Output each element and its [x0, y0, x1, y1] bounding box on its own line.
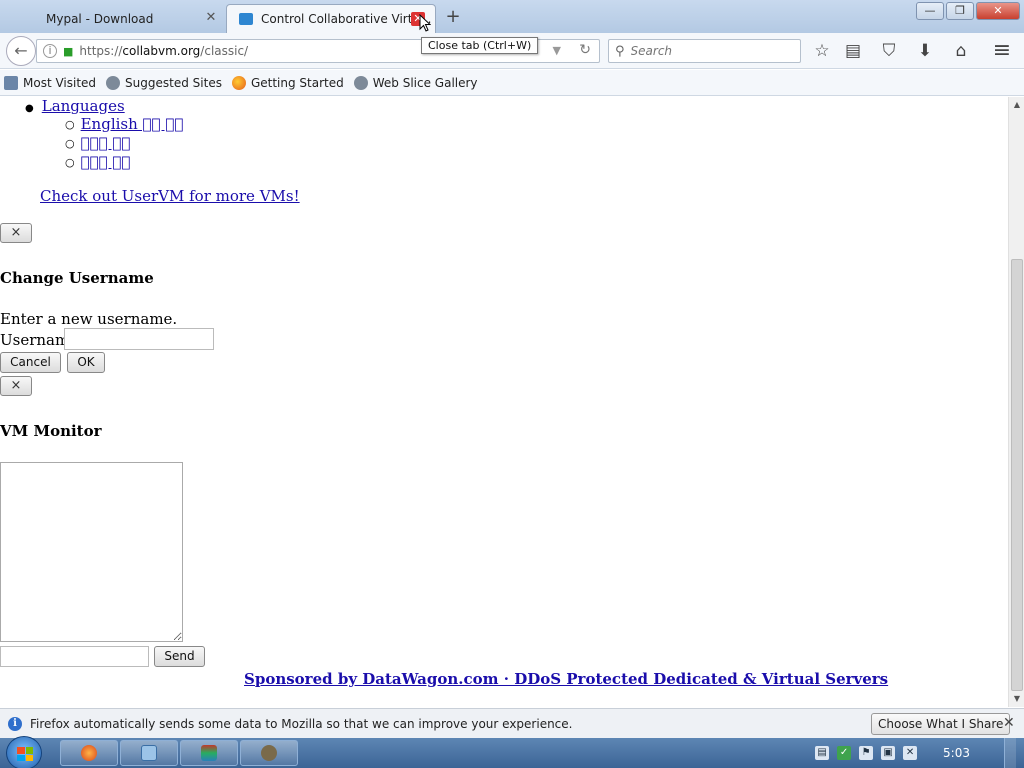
globe-icon [353, 75, 368, 90]
home-icon[interactable]: ⌂ [950, 41, 972, 61]
notification-text: Firefox automatically sends some data to… [30, 716, 573, 731]
language-link-english[interactable]: English ￿￿ ￿￿ [81, 115, 184, 133]
network-icon[interactable]: ▣ [881, 746, 896, 760]
username-input[interactable] [64, 328, 214, 350]
list-item: ￿￿￿ ￿￿ [65, 153, 183, 172]
change-username-title: Change Username [0, 269, 154, 287]
volume-muted-icon[interactable]: ✕ [903, 746, 918, 760]
send-button[interactable]: Send [154, 646, 205, 667]
pocket-icon[interactable]: ⛉ [878, 41, 900, 61]
bookmarks-folder-icon [4, 75, 18, 90]
bookmark-getting-started[interactable]: Getting Started [231, 75, 344, 90]
monitor-command-input[interactable] [0, 646, 149, 667]
globe-icon [106, 75, 121, 90]
tab-collabvm[interactable]: Control Collaborative Virtu... ✕ [226, 4, 436, 33]
bookmark-web-slice-gallery[interactable]: Web Slice Gallery [353, 75, 478, 90]
mouse-cursor-icon [419, 14, 431, 32]
languages-link[interactable]: Languages [42, 97, 125, 115]
windows-taskbar: ▤ ✓ ⚑ ▣ ✕ 5:03 [0, 736, 1024, 768]
bookmarks-toolbar: Most Visited Suggested Sites Getting Sta… [0, 70, 1024, 96]
vertical-scrollbar[interactable]: ▲ ▼ [1008, 97, 1024, 707]
reading-list-icon[interactable]: ▤ [842, 41, 864, 61]
tab-label: Mypal - Download [46, 11, 154, 26]
vm-monitor-title: VM Monitor [0, 422, 102, 440]
maximize-button[interactable]: ❐ [946, 2, 974, 20]
windows-logo-icon [17, 747, 33, 761]
close-notification-icon[interactable]: ✕ [1003, 715, 1015, 731]
search-input[interactable] [630, 44, 781, 58]
security-icon[interactable]: ✓ [837, 746, 852, 760]
action-center-icon[interactable]: ▤ [815, 746, 830, 760]
language-link[interactable]: ￿￿￿ ￿￿ [81, 153, 131, 171]
page-content: ●Languages English ￿￿ ￿￿ ￿￿￿ ￿￿ ￿￿￿ ￿￿ C… [0, 97, 1008, 707]
choose-what-i-share-button[interactable]: Choose What I Share [871, 713, 1011, 735]
start-button[interactable] [6, 736, 42, 768]
show-desktop-button[interactable] [1004, 738, 1016, 768]
data-sharing-notification: i Firefox automatically sends some data … [0, 708, 1024, 738]
reload-icon[interactable]: ↻ [579, 42, 591, 58]
language-list: English ￿￿ ￿￿ ￿￿￿ ￿￿ ￿￿￿ ￿￿ [65, 115, 184, 172]
vm-monitor-output[interactable] [0, 462, 183, 642]
new-tab-button[interactable]: + [444, 6, 462, 27]
url-dropdown-icon[interactable]: ▼ [553, 44, 561, 57]
language-link[interactable]: ￿￿￿ ￿￿ [81, 134, 131, 152]
uservm-link[interactable]: Check out UserVM for more VMs! [40, 187, 300, 205]
bookmark-star-icon[interactable]: ☆ [811, 41, 833, 61]
cancel-button[interactable]: Cancel [0, 352, 61, 373]
taskbar-app-3[interactable] [180, 740, 238, 766]
ok-button[interactable]: OK [67, 352, 105, 373]
browser-icon [81, 745, 97, 761]
tab-bar: Mypal - Download ✕ Control Collaborative… [0, 0, 1024, 33]
system-tray: ▤ ✓ ⚑ ▣ ✕ 5:03 [815, 738, 1024, 768]
search-icon: ⚲ [615, 43, 625, 59]
close-window-button[interactable]: ✕ [976, 2, 1020, 20]
taskbar-app-4[interactable] [240, 740, 298, 766]
bookmark-suggested-sites[interactable]: Suggested Sites [106, 75, 222, 90]
list-item: ￿￿￿ ￿￿ [65, 134, 183, 153]
remote-desktop-icon [141, 745, 157, 761]
search-box[interactable]: ⚲ [608, 39, 801, 63]
close-tab-icon[interactable]: ✕ [204, 11, 218, 25]
archive-icon [201, 745, 217, 761]
bookmark-most-visited[interactable]: Most Visited [4, 75, 96, 90]
back-button[interactable]: ← [6, 36, 36, 66]
info-icon[interactable]: i [43, 44, 57, 58]
flag-icon[interactable]: ⚑ [859, 746, 874, 760]
firefox-icon [231, 75, 246, 90]
close-tab-tooltip: Close tab (Ctrl+W) [421, 37, 539, 54]
download-icon[interactable]: ⬇ [914, 41, 936, 61]
scrollbar-thumb[interactable] [1011, 259, 1023, 691]
taskbar-app-2[interactable] [120, 740, 178, 766]
monitor-icon [239, 13, 253, 25]
menu-icon[interactable]: ≡ [991, 40, 1013, 62]
taskbar-browser[interactable] [60, 740, 118, 766]
close-dialog-button[interactable]: × [0, 223, 32, 243]
lock-icon: ■ [63, 44, 74, 58]
languages-item: ● Languages [25, 97, 125, 115]
minimize-button[interactable]: — [916, 2, 944, 20]
url-text: https://collabvm.org/classic/ [79, 44, 249, 58]
info-icon: i [8, 716, 22, 731]
close-dialog-button[interactable]: × [0, 376, 32, 396]
tab-label: Control Collaborative Virtu... [261, 12, 432, 26]
sponsor-link[interactable]: Sponsored by DataWagon.com · DDoS Protec… [244, 670, 888, 688]
change-username-text: Enter a new username. [0, 310, 178, 328]
list-item: English ￿￿ ￿￿ [65, 115, 184, 134]
window-controls: — ❐ ✕ [916, 2, 1020, 20]
scroll-down-icon[interactable]: ▼ [1009, 691, 1024, 707]
app-icon [261, 745, 277, 761]
scroll-up-icon[interactable]: ▲ [1009, 97, 1024, 113]
clock[interactable]: 5:03 [943, 746, 970, 760]
tab-mypal-download[interactable]: Mypal - Download ✕ [8, 4, 228, 33]
